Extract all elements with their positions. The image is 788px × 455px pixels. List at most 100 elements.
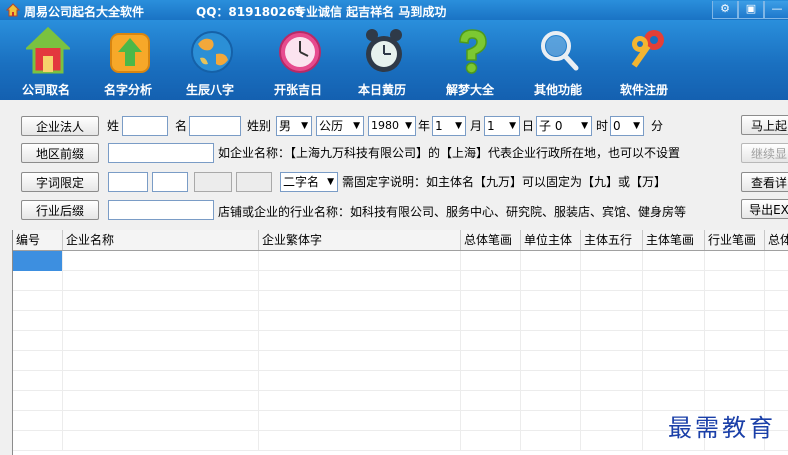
region-prefix-button[interactable]: 地区前缀 [21,143,99,163]
table-cell[interactable] [765,291,788,311]
table-cell[interactable] [259,271,461,291]
region-prefix-input[interactable] [108,143,214,163]
minute-select[interactable]: 0 ▼ [610,116,644,136]
toolbar-birth-chart[interactable]: 生辰八字 [170,20,250,100]
settings-window-button[interactable]: ⚙ [712,1,738,19]
table-cell[interactable] [259,411,461,431]
table-cell[interactable] [643,311,705,331]
table-cell[interactable] [13,291,63,311]
table-cell[interactable] [63,251,259,271]
table-cell[interactable] [765,331,788,351]
table-cell[interactable] [63,391,259,411]
word-limit-button[interactable]: 字词限定 [21,172,99,192]
toolbar-company-naming[interactable]: 公司取名 [6,20,86,100]
table-cell[interactable] [521,431,581,451]
table-cell[interactable] [461,291,521,311]
table-cell[interactable] [259,391,461,411]
table-cell[interactable] [13,271,63,291]
table-cell[interactable] [13,391,63,411]
table-cell[interactable] [765,311,788,331]
surname-input[interactable] [122,116,168,136]
table-cell[interactable] [63,411,259,431]
selected-cell[interactable] [13,251,63,271]
table-cell[interactable] [461,411,521,431]
industry-suffix-button[interactable]: 行业后缀 [21,200,99,220]
column-header[interactable]: 单位主体 [521,230,581,250]
table-cell[interactable] [643,271,705,291]
table-cell[interactable] [581,431,643,451]
table-cell[interactable] [13,411,63,431]
table-cell[interactable] [63,431,259,451]
hour-select[interactable]: 子 0 ▼ [536,116,592,136]
table-cell[interactable] [259,431,461,451]
table-cell[interactable] [63,311,259,331]
given-name-input[interactable] [189,116,241,136]
table-row[interactable] [13,291,788,311]
table-cell[interactable] [581,251,643,271]
name-length-select[interactable]: 二字名 ▼ [280,172,338,192]
title-bar[interactable]: 周易公司起名大全软件 QQ：819180265 专业诚信 起吉祥名 马到成功 ⚙… [0,0,788,20]
table-row[interactable] [13,271,788,291]
fixed-char-input-3[interactable] [194,172,232,192]
toolbar-software-registration[interactable]: 软件注册 [604,20,684,100]
table-row[interactable] [13,311,788,331]
day-select[interactable]: 1 ▼ [484,116,520,136]
table-row[interactable] [13,251,788,271]
table-cell[interactable] [521,251,581,271]
table-cell[interactable] [705,351,765,371]
table-cell[interactable] [259,311,461,331]
toolbar-daily-almanac[interactable]: 本日黄历 [342,20,422,100]
table-cell[interactable] [581,391,643,411]
column-header[interactable]: 总体笔画 [461,230,521,250]
table-cell[interactable] [461,251,521,271]
fixed-char-input-1[interactable] [108,172,148,192]
table-cell[interactable] [705,251,765,271]
table-cell[interactable] [521,411,581,431]
table-cell[interactable] [705,331,765,351]
column-header[interactable]: 企业名称 [63,230,259,250]
table-cell[interactable] [581,371,643,391]
table-cell[interactable] [63,351,259,371]
table-cell[interactable] [13,431,63,451]
table-cell[interactable] [643,331,705,351]
table-cell[interactable] [13,371,63,391]
table-cell[interactable] [461,391,521,411]
table-row[interactable] [13,351,788,371]
table-cell[interactable] [461,331,521,351]
table-cell[interactable] [259,331,461,351]
table-cell[interactable] [643,351,705,371]
table-cell[interactable] [765,351,788,371]
table-cell[interactable] [581,351,643,371]
table-cell[interactable] [461,431,521,451]
table-cell[interactable] [259,251,461,271]
minimize-window-button[interactable]: — [764,1,788,19]
restore-window-button[interactable]: ▣ [738,1,764,19]
table-cell[interactable] [461,311,521,331]
toolbar-dream-interpretation[interactable]: 解梦大全 [430,20,510,100]
table-cell[interactable] [521,351,581,371]
table-cell[interactable] [13,351,63,371]
table-cell[interactable] [581,311,643,331]
table-cell[interactable] [765,251,788,271]
table-cell[interactable] [521,391,581,411]
start-naming-button[interactable]: 马上起 [741,115,788,135]
column-header[interactable]: 行业笔画 [705,230,765,250]
table-cell[interactable] [581,411,643,431]
table-cell[interactable] [521,331,581,351]
fixed-char-input-2[interactable] [152,172,188,192]
calendar-select[interactable]: 公历 ▼ [316,116,364,136]
fixed-char-input-4[interactable] [236,172,272,192]
table-cell[interactable] [521,311,581,331]
column-header[interactable]: 主体笔画 [643,230,705,250]
view-details-button[interactable]: 查看详 [741,172,788,192]
table-cell[interactable] [521,271,581,291]
table-cell[interactable] [705,311,765,331]
table-cell[interactable] [461,271,521,291]
industry-suffix-input[interactable] [108,200,214,220]
table-cell[interactable] [765,371,788,391]
table-cell[interactable] [63,271,259,291]
table-cell[interactable] [521,371,581,391]
column-header[interactable]: 企业繁体字 [259,230,461,250]
table-cell[interactable] [259,371,461,391]
gender-select[interactable]: 男 ▼ [276,116,312,136]
